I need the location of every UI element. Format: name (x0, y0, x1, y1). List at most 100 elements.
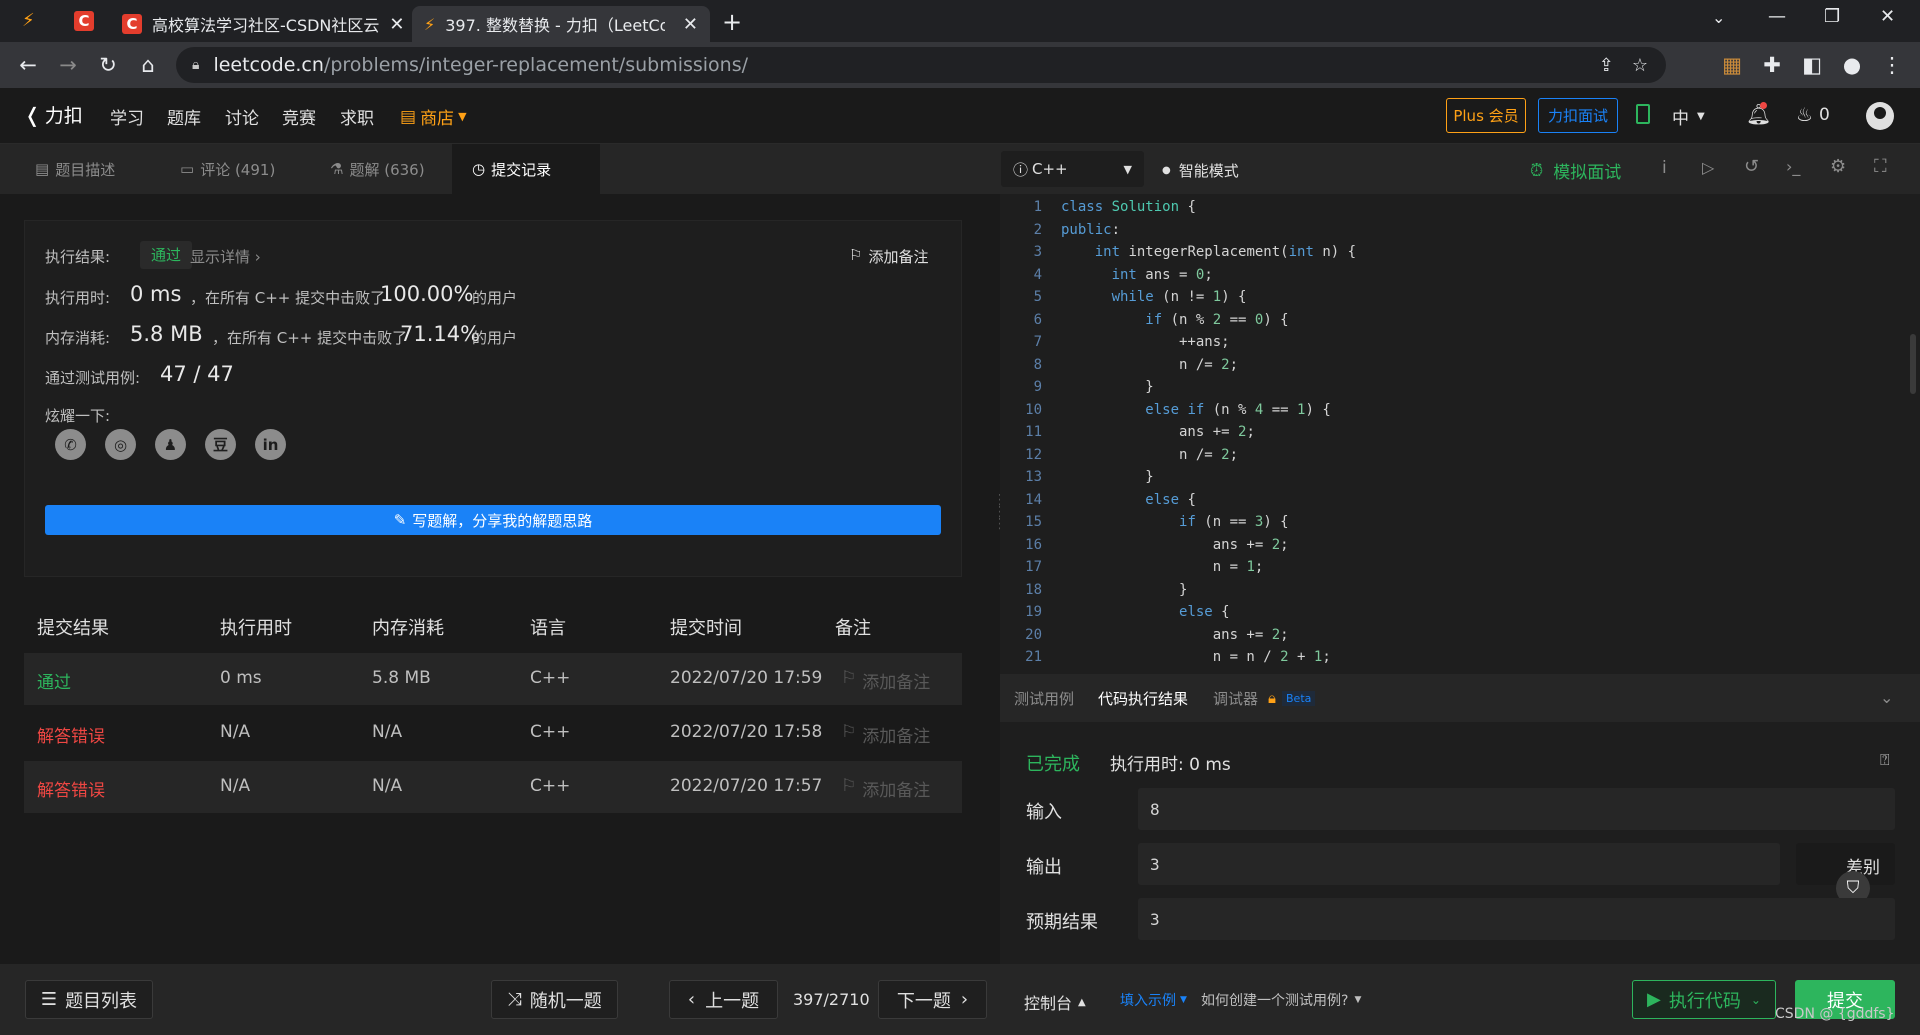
problem-list-button[interactable]: ☰ 题目列表 (25, 980, 153, 1019)
address-bar[interactable]: 🔒︎ leetcode.cn/problems/integer-replacem… (176, 47, 1666, 83)
linkedin-icon[interactable]: in (255, 429, 286, 460)
weibo-icon[interactable]: ◎ (105, 429, 136, 460)
settings-icon[interactable]: ⚙ (1830, 156, 1846, 177)
how-create-testcase-link[interactable]: 如何创建一个测试用例? ▼ (1201, 990, 1361, 1010)
mobile-icon[interactable] (1636, 104, 1650, 124)
row-add-note[interactable]: ⚐ 添加备注 (841, 722, 930, 747)
row-status[interactable]: 通过 (37, 668, 71, 693)
site-logo[interactable]: ❬ 力扣 (24, 101, 83, 128)
minimize-icon[interactable]: — (1768, 6, 1786, 27)
language-select[interactable]: ⓘ C++ ▼ (1001, 151, 1144, 187)
tab-debugger[interactable]: 调试器 🔒︎ Beta (1213, 674, 1316, 722)
expected-field[interactable]: 3 (1138, 898, 1895, 940)
language-switch[interactable]: 中 ▼ (1672, 104, 1705, 129)
restore-icon[interactable]: ❐ (1824, 6, 1840, 27)
csdn-favicon-icon[interactable]: C (74, 11, 94, 31)
reload-icon[interactable]: ↻ (96, 53, 120, 77)
play-icon[interactable]: ▷ (1702, 158, 1714, 177)
points-display[interactable]: ♨ 0 (1796, 104, 1830, 126)
collapse-chevron-icon[interactable]: ⌄ (1880, 688, 1893, 707)
tab-search-icon[interactable]: ⌄ (1712, 8, 1725, 27)
table-row[interactable]: 通过 0 ms 5.8 MB C++ 2022/07/20 17:59 ⚐ 添加备… (24, 653, 962, 705)
fill-example-button[interactable]: 填入示例 ▼ (1120, 990, 1187, 1010)
extension-icon[interactable]: ▦ (1720, 53, 1744, 77)
next-problem-button[interactable]: 下一题 › (878, 980, 987, 1019)
tab-solutions[interactable]: ⚗ 题解 (636) (310, 144, 445, 194)
share-icon[interactable]: ⇪ (1599, 55, 1614, 76)
douban-icon[interactable]: 豆 (205, 429, 236, 460)
table-row[interactable]: 解答错误 N/A N/A C++ 2022/07/20 17:58 ⚐ 添加备注 (24, 707, 962, 759)
table-row[interactable]: 解答错误 N/A N/A C++ 2022/07/20 17:57 ⚐ 添加备注 (24, 761, 962, 813)
code-line[interactable]: ++ans; (1061, 334, 1230, 350)
smart-mode-toggle[interactable]: ● 智能模式 (1162, 160, 1239, 181)
home-icon[interactable]: ⌂ (136, 53, 160, 77)
mock-interview-button[interactable]: ⏰︎ 模拟面试 (1530, 158, 1621, 184)
code-line[interactable]: n = 1; (1061, 559, 1264, 575)
code-line[interactable]: } (1061, 469, 1153, 485)
code-line[interactable]: n = n / 2 + 1; (1061, 649, 1331, 665)
nav-store[interactable]: ▤ 商店 ▼ (400, 104, 467, 130)
nav-contest[interactable]: 竞赛 (282, 104, 316, 129)
tab-testcase[interactable]: 测试用例 (1014, 674, 1074, 722)
code-line[interactable]: n /= 2; (1061, 447, 1238, 463)
back-icon[interactable]: ← (16, 53, 40, 77)
code-line[interactable]: ans += 2; (1061, 627, 1289, 643)
code-line[interactable]: } (1061, 379, 1153, 395)
wechat-icon[interactable]: ✆ (55, 429, 86, 460)
code-line[interactable]: public: (1061, 222, 1120, 238)
nav-discuss[interactable]: 讨论 (225, 104, 259, 129)
bell-icon[interactable]: 🔔︎ (1746, 102, 1771, 126)
code-editor[interactable]: 1 class Solution {2 public: 3 int integerRe… (1000, 194, 1920, 674)
row-status[interactable]: 解答错误 (37, 776, 105, 801)
output-field[interactable]: 3 (1138, 843, 1780, 885)
code-line[interactable]: int integerReplacement(int n) { (1061, 244, 1356, 260)
code-line[interactable]: else { (1061, 604, 1230, 620)
terminal-icon[interactable]: ›_ (1786, 157, 1800, 176)
run-code-button[interactable]: ▶ 执行代码 ⌄ (1632, 980, 1776, 1019)
code-line[interactable]: n /= 2; (1061, 357, 1238, 373)
input-field[interactable]: 8 (1138, 788, 1895, 830)
row-add-note[interactable]: ⚐ 添加备注 (841, 776, 930, 801)
code-line[interactable]: } (1061, 582, 1187, 598)
avatar[interactable] (1866, 102, 1894, 130)
diff-toggle[interactable]: 差别 ⛉ (1796, 843, 1895, 905)
qq-icon[interactable]: ♟ (155, 429, 186, 460)
browser-tab-leetcode[interactable]: ⚡ 397. 整数替换 - 力扣（LeetCode） ✕ (412, 6, 710, 42)
add-note-button[interactable]: ⚐ 添加备注 (849, 246, 928, 267)
code-line[interactable]: int ans = 0; (1061, 267, 1213, 283)
fullscreen-icon[interactable]: ⛶ (1874, 156, 1887, 177)
puzzle-icon[interactable]: ✚ (1760, 53, 1784, 77)
show-details-link[interactable]: 显示详情 › (190, 246, 261, 267)
nav-learn[interactable]: 学习 (110, 104, 144, 129)
editor-scrollbar[interactable] (1910, 334, 1916, 394)
code-line[interactable]: while (n != 1) { (1061, 289, 1247, 305)
new-tab-icon[interactable]: + (722, 8, 742, 36)
close-icon[interactable]: ✕ (379, 14, 404, 35)
panel-splitter[interactable]: ⋮⋮⋮ (990, 194, 1007, 964)
forward-icon[interactable]: → (56, 53, 80, 77)
code-line[interactable]: ans += 2; (1061, 537, 1289, 553)
info-italic-icon[interactable]: ⅰ (1662, 158, 1667, 178)
code-line[interactable]: class Solution { (1061, 199, 1196, 215)
help-icon[interactable]: ⍰ (1880, 750, 1890, 770)
menu-kebab-icon[interactable]: ⋮ (1880, 53, 1904, 77)
nav-problems[interactable]: 题库 (167, 104, 201, 129)
close-window-icon[interactable]: ✕ (1880, 6, 1895, 27)
row-add-note[interactable]: ⚐ 添加备注 (841, 668, 930, 693)
random-problem-button[interactable]: ⤨ 随机一题 (491, 980, 618, 1019)
write-solution-button[interactable]: ✎ 写题解，分享我的解题思路 (45, 505, 941, 535)
profile-icon[interactable]: ● (1840, 53, 1864, 77)
leetcode-favicon-icon[interactable]: ⚡ (22, 10, 44, 32)
tab-comments[interactable]: ▭ 评论 (491) (160, 144, 295, 194)
code-line[interactable]: else if (n % 4 == 1) { (1061, 402, 1330, 418)
row-status[interactable]: 解答错误 (37, 722, 105, 747)
plus-member-button[interactable]: Plus 会员 (1446, 98, 1526, 133)
reset-icon[interactable]: ↺ (1744, 156, 1759, 177)
tab-description[interactable]: ▤ 题目描述 (15, 144, 135, 194)
console-toggle[interactable]: 控制台 ▲ (1024, 990, 1086, 1014)
bookmark-star-icon[interactable]: ☆ (1632, 55, 1648, 76)
sidepanel-icon[interactable]: ◧ (1800, 53, 1824, 77)
code-line[interactable]: ans += 2; (1061, 424, 1255, 440)
prev-problem-button[interactable]: ‹ 上一题 (669, 980, 778, 1019)
close-icon[interactable]: ✕ (673, 14, 698, 35)
